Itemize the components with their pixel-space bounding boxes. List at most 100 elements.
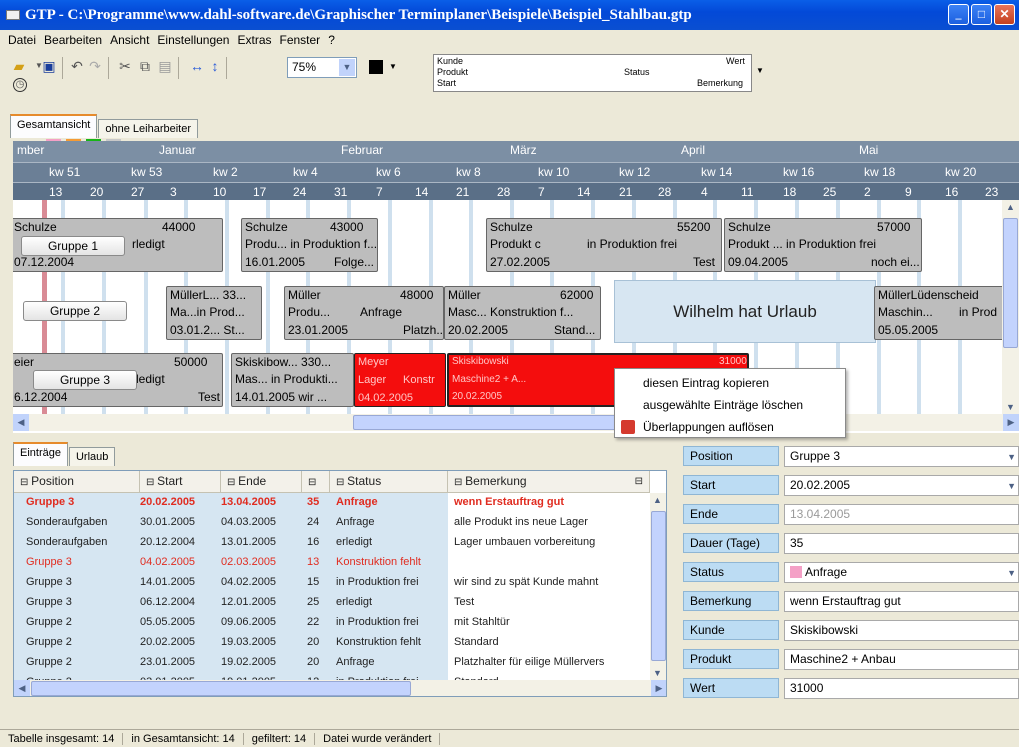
paste-icon[interactable]: ▤ [156, 57, 174, 75]
legend-status: Status [624, 67, 650, 77]
table-row[interactable]: Gruppe 2 20.02.2005 19.03.2005 20 Konstrukti… [14, 633, 650, 653]
maximize-button[interactable]: □ [971, 4, 992, 25]
save-icon[interactable]: ▣ [40, 57, 58, 75]
tab-ohne-leiharbeiter[interactable]: ohne Leiharbeiter [98, 119, 198, 138]
property-field[interactable]: 35 [784, 533, 1019, 554]
scroll-right-icon[interactable]: ▶ [651, 680, 666, 696]
undo-icon[interactable]: ↶ [68, 57, 86, 75]
redo-icon[interactable]: ↷ [86, 57, 104, 75]
gantt-horizontal-scrollbar[interactable]: ◀ ▶ [13, 414, 1019, 431]
group-button[interactable]: Gruppe 2 [23, 301, 127, 321]
scroll-thumb[interactable] [31, 681, 411, 696]
chevron-down-icon[interactable]: ▼ [1007, 564, 1016, 583]
menu-item-copy-entry[interactable]: diesen Eintrag kopieren [643, 376, 769, 390]
gantt-bar[interactable]: MüllerLüdenscheid Maschin... in Prod 05.… [874, 286, 1019, 340]
table-row[interactable]: Gruppe 2 05.05.2005 09.06.2005 22 in Produkt… [14, 613, 650, 633]
color-dropdown-icon[interactable]: ▼ [389, 62, 397, 71]
chevron-down-icon[interactable]: ▼ [1007, 477, 1016, 496]
property-field[interactable]: Anfrage ▼ [784, 562, 1019, 583]
gantt-vertical-scrollbar[interactable]: ▲ ▼ [1002, 200, 1019, 414]
label-legend-box[interactable]: Kunde Produkt Start Status Wert Bemerkun… [433, 54, 752, 92]
zoom-select[interactable]: 75% ▼ [287, 57, 357, 78]
list-tabs: Einträge Urlaub [13, 442, 116, 466]
menu-extras[interactable]: Extras [233, 33, 275, 47]
column-header-position[interactable]: ⊟ Position [14, 471, 140, 493]
copy-icon[interactable]: ⧉ [136, 57, 154, 75]
scroll-left-icon[interactable]: ◀ [13, 414, 29, 431]
entries-table[interactable]: ⊟ Position ⊟ Start ⊟ Ende ⊟ ⊟ Status ⊟ B… [13, 470, 667, 697]
vertical-resize-icon[interactable]: ↕ [206, 57, 224, 75]
close-button[interactable]: ✕ [994, 4, 1015, 25]
gantt-bar[interactable]: MüllerL... 33... Ma...in Prod... 03.01.2… [166, 286, 262, 340]
table-row[interactable]: Gruppe 2 23.01.2005 19.02.2005 20 Anfrage Pla… [14, 653, 650, 673]
cut-icon[interactable]: ✂ [116, 57, 134, 75]
property-field[interactable]: 20.02.2005 ▼ [784, 475, 1019, 496]
property-field[interactable]: Skiskibowski [784, 620, 1019, 641]
table-row[interactable]: Sonderaufgaben 30.01.2005 04.03.2005 24 Anfr… [14, 513, 650, 533]
scroll-down-icon[interactable]: ▼ [1006, 402, 1015, 412]
cell-duration: 20 [307, 636, 320, 648]
property-field[interactable]: 31000 [784, 678, 1019, 699]
group-button[interactable]: Gruppe 3 [33, 370, 137, 390]
scroll-up-icon[interactable]: ▲ [653, 495, 662, 505]
bar-value: 43000 [330, 220, 364, 234]
scroll-right-icon[interactable]: ▶ [1003, 414, 1019, 431]
group-button[interactable]: Gruppe 1 [21, 236, 125, 256]
column-header-dauer[interactable]: ⊟ [302, 471, 330, 493]
horizontal-resize-icon[interactable]: ↔ [188, 57, 206, 75]
gantt-bar[interactable]: Schulze 57000 Produkt ... in Produktion … [724, 218, 922, 272]
menu-help[interactable]: ? [324, 33, 339, 47]
table-row[interactable]: Gruppe 3 14.01.2005 04.02.2005 15 in Produkt… [14, 573, 650, 593]
gantt-bar[interactable]: Schulze 55200 Produkt c in Produktion fr… [486, 218, 722, 272]
column-header-status[interactable]: ⊟ Status [330, 471, 448, 493]
legend-dropdown-icon[interactable]: ▼ [756, 66, 764, 75]
vacation-block[interactable]: Wilhelm hat Urlaub [614, 280, 876, 343]
gantt-bar[interactable]: Müller 62000 Masc... Konstruktion f... 2… [444, 286, 601, 340]
property-label: Start [683, 475, 779, 495]
scroll-left-icon[interactable]: ◀ [14, 680, 30, 696]
table-vertical-scrollbar[interactable]: ▲ ▼ [650, 493, 666, 680]
chevron-down-icon[interactable]: ▼ [1007, 448, 1016, 467]
menu-item-resolve-overlaps[interactable]: Überlappungen auflösen [643, 420, 774, 434]
menu-datei[interactable]: Datei [4, 33, 40, 47]
menu-item-delete-entries[interactable]: ausgewählte Einträge löschen [643, 398, 803, 412]
table-row[interactable]: Gruppe 3 06.12.2004 12.01.2005 25 erledigt Te… [14, 593, 650, 613]
table-horizontal-scrollbar[interactable]: ◀ ▶ [14, 680, 666, 696]
minimize-button[interactable]: _ [948, 4, 969, 25]
property-label: Produkt [683, 649, 779, 669]
gantt-chart[interactable]: mber Januar Februar März April Mai kw 51… [13, 141, 1019, 433]
clock-icon[interactable]: ◷ [13, 78, 27, 92]
scroll-thumb[interactable] [1003, 218, 1018, 348]
gantt-bar[interactable]: Müller 48000 Produ... Anfrage 23.01.2005… [284, 286, 444, 340]
property-field[interactable]: Gruppe 3 ▼ [784, 446, 1019, 467]
color-picker-black[interactable] [369, 60, 383, 74]
property-field[interactable]: Maschine2 + Anbau [784, 649, 1019, 670]
property-field[interactable]: 13.04.2005 [784, 504, 1019, 525]
gantt-bar[interactable]: Skiskibow... 330... Mas... in Produkti..… [231, 353, 354, 407]
scroll-down-icon[interactable]: ▼ [653, 668, 662, 678]
table-row[interactable]: Sonderaufgaben 20.12.2004 13.01.2005 16 erle… [14, 533, 650, 553]
property-field[interactable]: wenn Erstauftrag gut [784, 591, 1019, 612]
column-header-ende[interactable]: ⊟ Ende [221, 471, 302, 493]
bar-customer: Schulze [728, 220, 771, 234]
bar-status: in Produktion frei [587, 237, 678, 251]
menu-fenster[interactable]: Fenster [276, 33, 325, 47]
chevron-down-icon[interactable]: ▼ [339, 59, 355, 76]
tab-urlaub[interactable]: Urlaub [68, 447, 116, 466]
table-row[interactable]: Gruppe 3 04.02.2005 02.03.2005 13 Konstrukti… [14, 553, 650, 573]
menu-ansicht[interactable]: Ansicht [106, 33, 153, 47]
property-value: 31000 [790, 681, 824, 695]
week-label: kw 10 [538, 165, 570, 179]
scroll-thumb[interactable] [651, 511, 666, 661]
gantt-bar[interactable]: Schulze 43000 Produ... in Produktion f..… [241, 218, 378, 272]
menu-einstellungen[interactable]: Einstellungen [153, 33, 233, 47]
scroll-up-icon[interactable]: ▲ [1006, 202, 1015, 212]
table-row[interactable]: Gruppe 3 20.02.2005 13.04.2005 35 Anfrage wen… [14, 493, 650, 513]
gantt-bar-overlap[interactable]: Meyer Lager Konstr 04.02.2005 [354, 353, 446, 407]
column-header-start[interactable]: ⊟ Start [140, 471, 221, 493]
menu-bearbeiten[interactable]: Bearbeiten [40, 33, 106, 47]
tab-gesamtansicht[interactable]: Gesamtansicht [10, 114, 98, 138]
open-folder-icon[interactable]: ▰ [10, 57, 28, 75]
column-header-bemerkung[interactable]: ⊟ Bemerkung ⊟ [448, 471, 650, 493]
tab-eintraege[interactable]: Einträge [13, 442, 68, 466]
